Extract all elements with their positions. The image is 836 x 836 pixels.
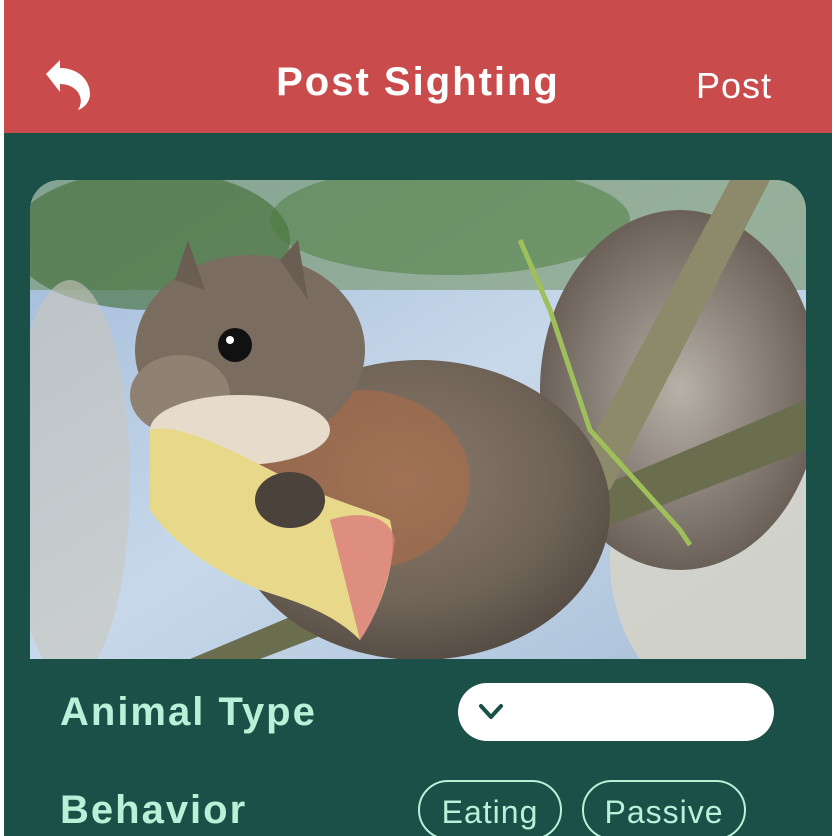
post-button[interactable]: Post: [696, 64, 772, 108]
squirrel-photo: [30, 180, 806, 659]
page-title-text: Post Sighting: [276, 60, 560, 104]
behavior-label: Behavior: [60, 788, 248, 832]
animal-type-dropdown[interactable]: [458, 683, 774, 741]
header-bar: Post Sighting Post: [4, 0, 832, 133]
app-screen: Post Sighting Post Animal Type Behavior …: [4, 0, 832, 836]
animal-type-label: Animal Type: [60, 690, 317, 734]
behavior-chip-eating[interactable]: Eating: [418, 780, 562, 836]
chevron-down-icon: [479, 704, 503, 719]
behavior-chip-passive[interactable]: Passive: [582, 780, 746, 836]
